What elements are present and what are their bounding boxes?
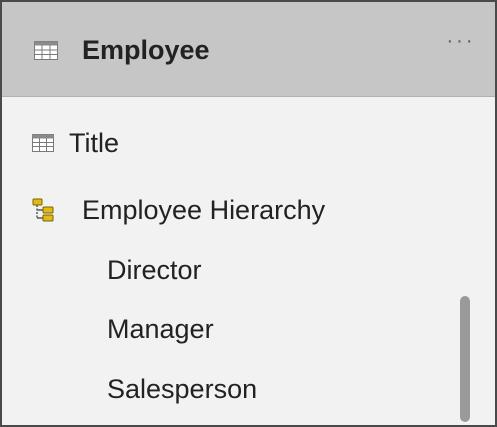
table-header[interactable]: Employee ···	[2, 2, 495, 97]
field-label: Title	[69, 128, 120, 158]
fields-pane: Employee ··· Title Employee Hierarchy Di…	[0, 0, 497, 427]
field-label: Manager	[107, 314, 214, 344]
field-label: Director	[107, 255, 202, 285]
hierarchy-level-manager[interactable]: Manager	[2, 303, 442, 355]
hierarchy-level-director[interactable]: Director	[2, 244, 442, 296]
table-field-icon	[32, 134, 54, 157]
hierarchy-icon	[32, 198, 56, 227]
table-icon	[34, 41, 58, 60]
field-label: Salesperson	[107, 374, 258, 404]
field-item-title[interactable]: Title	[2, 117, 442, 169]
field-label: Employee Hierarchy	[82, 195, 326, 225]
more-options-button[interactable]: ···	[438, 26, 484, 56]
hierarchy-level-salesperson[interactable]: Salesperson	[2, 363, 442, 415]
scrollbar-thumb[interactable]	[460, 296, 470, 422]
field-item-employee-hierarchy[interactable]: Employee Hierarchy	[2, 184, 442, 236]
table-title: Employee	[82, 35, 210, 65]
